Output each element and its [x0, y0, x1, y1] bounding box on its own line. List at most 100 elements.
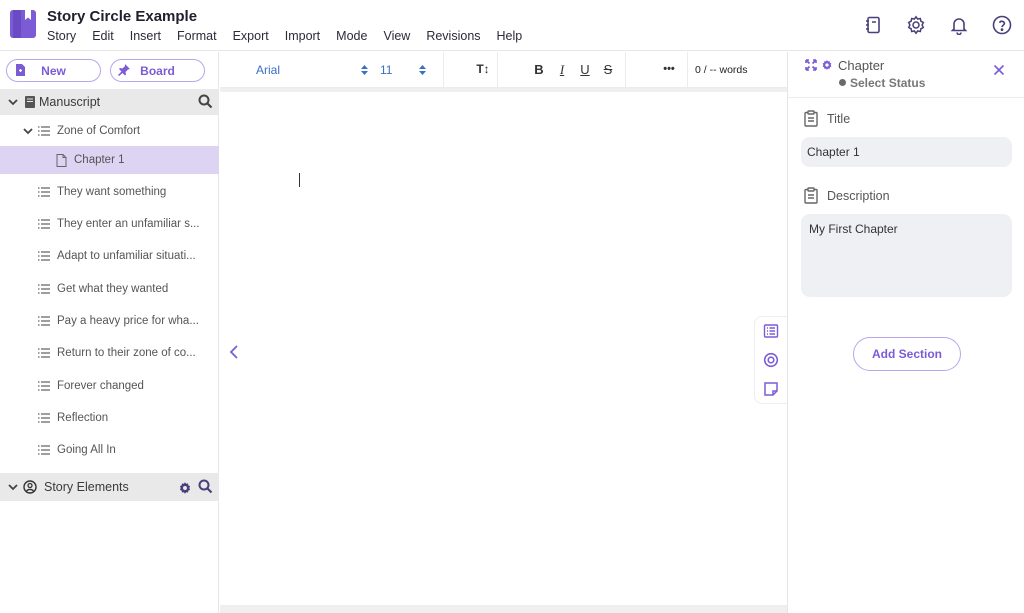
- clipboard-icon: [804, 110, 818, 127]
- add-section-button[interactable]: Add Section: [853, 337, 961, 371]
- sidebar: New Board Manuscript Zone of Comfort Cha…: [0, 52, 219, 613]
- menu-bar: Story Edit Insert Format Export Import M…: [47, 29, 538, 43]
- tree-item-section[interactable]: Get what they wanted: [0, 275, 219, 303]
- target-icon[interactable]: [763, 352, 779, 368]
- notifications-icon[interactable]: [949, 15, 969, 36]
- editor-side-tools: [754, 316, 787, 404]
- tree-item-section[interactable]: Reflection: [0, 404, 219, 432]
- chevron-left-icon[interactable]: [228, 344, 240, 360]
- new-document-icon: [16, 64, 25, 76]
- tree-item-label: Zone of Comfort: [57, 125, 141, 137]
- menu-mode[interactable]: Mode: [336, 29, 367, 43]
- word-count: 0 / -- words: [695, 64, 748, 76]
- tree-item-label: Get what they wanted: [57, 283, 169, 295]
- person-circle-icon: [23, 480, 37, 494]
- search-icon[interactable]: [198, 94, 213, 109]
- italic-button[interactable]: I: [555, 62, 569, 78]
- manuscript-label: Manuscript: [39, 95, 101, 109]
- clipboard-icon: [804, 187, 818, 204]
- list-icon: [38, 126, 50, 136]
- tree-item-section[interactable]: Return to their zone of co...: [0, 339, 219, 367]
- menu-insert[interactable]: Insert: [130, 29, 161, 43]
- sticky-note-icon[interactable]: [763, 381, 779, 397]
- chevron-down-icon[interactable]: [8, 97, 18, 107]
- tree-item-section[interactable]: Adapt to unfamiliar situati...: [0, 242, 219, 270]
- menu-export[interactable]: Export: [233, 29, 269, 43]
- tree-item-label: They enter an unfamiliar s...: [57, 218, 200, 230]
- select-spinner-icon: [361, 65, 368, 75]
- status-dot-icon: [839, 79, 846, 86]
- panel-title: Chapter: [838, 58, 885, 73]
- list-icon: [38, 316, 50, 326]
- tree-item-label: Return to their zone of co...: [57, 347, 196, 359]
- list-icon: [38, 219, 50, 229]
- chapter-details-panel: Chapter Select Status Title Chapter 1 De…: [787, 52, 1024, 613]
- menu-format[interactable]: Format: [177, 29, 217, 43]
- font-family-select[interactable]: Arial: [256, 63, 280, 77]
- underline-button[interactable]: U: [578, 62, 592, 78]
- list-icon: [38, 187, 50, 197]
- list-icon: [38, 381, 50, 391]
- menu-edit[interactable]: Edit: [92, 29, 114, 43]
- help-icon[interactable]: [992, 15, 1012, 35]
- close-icon[interactable]: [993, 64, 1005, 76]
- select-spinner-icon: [419, 65, 426, 75]
- tree-item-section[interactable]: They enter an unfamiliar s...: [0, 210, 219, 238]
- outline-icon[interactable]: [763, 323, 779, 339]
- title-field-label: Title: [804, 110, 850, 127]
- font-size-select[interactable]: 11: [380, 63, 392, 77]
- tree-item-chapter-1[interactable]: Chapter 1: [0, 146, 219, 174]
- story-elements-section-header[interactable]: Story Elements: [0, 473, 219, 501]
- menu-revisions[interactable]: Revisions: [426, 29, 480, 43]
- tree-item-section[interactable]: Going All In: [0, 436, 219, 464]
- list-icon: [38, 413, 50, 423]
- list-icon: [38, 348, 50, 358]
- app-title: Story Circle Example: [47, 8, 198, 25]
- description-textarea[interactable]: My First Chapter: [801, 214, 1012, 297]
- tree-item-label: Chapter 1: [74, 154, 125, 166]
- tree-item-section[interactable]: They want something: [0, 178, 219, 206]
- story-elements-label: Story Elements: [44, 480, 129, 494]
- editor-area[interactable]: [220, 92, 787, 605]
- search-icon[interactable]: [198, 479, 213, 494]
- gear-icon[interactable]: [821, 59, 833, 71]
- app-header: Story Circle Example Story Edit Insert F…: [0, 0, 1024, 51]
- manuscript-section-header[interactable]: Manuscript: [0, 89, 219, 115]
- description-field-label: Description: [804, 187, 890, 204]
- tree-item-section[interactable]: Pay a heavy price for wha...: [0, 307, 219, 335]
- strikethrough-button[interactable]: S: [601, 62, 615, 78]
- title-input[interactable]: Chapter 1: [801, 137, 1012, 167]
- app-logo-icon: [10, 10, 36, 38]
- document-icon: [56, 154, 67, 167]
- gear-icon[interactable]: [178, 481, 192, 495]
- tree-item-label: Forever changed: [57, 380, 144, 392]
- menu-help[interactable]: Help: [497, 29, 523, 43]
- tree-item-label: Adapt to unfamiliar situati...: [57, 250, 196, 262]
- pin-icon: [118, 64, 130, 76]
- list-icon: [38, 251, 50, 261]
- text-caret: [299, 173, 300, 187]
- tree-item-section[interactable]: Forever changed: [0, 372, 219, 400]
- tree-item-label: They want something: [57, 186, 167, 198]
- expand-icon[interactable]: [805, 59, 817, 71]
- panel-header: Chapter Select Status: [788, 52, 1024, 98]
- board-button[interactable]: Board: [110, 59, 205, 82]
- menu-view[interactable]: View: [383, 29, 410, 43]
- more-options-button[interactable]: •••: [659, 63, 679, 79]
- status-label: Select Status: [850, 76, 926, 90]
- chevron-down-icon[interactable]: [23, 126, 33, 136]
- bold-button[interactable]: B: [532, 62, 546, 78]
- text-size-button[interactable]: T↕: [474, 62, 492, 78]
- notebook-icon[interactable]: [863, 15, 883, 35]
- menu-import[interactable]: Import: [285, 29, 320, 43]
- tree-item-zone-of-comfort[interactable]: Zone of Comfort: [0, 117, 219, 145]
- new-button[interactable]: New: [6, 59, 101, 82]
- list-icon: [38, 445, 50, 455]
- menu-story[interactable]: Story: [47, 29, 76, 43]
- tree-item-label: Reflection: [57, 412, 109, 424]
- settings-icon[interactable]: [906, 15, 926, 35]
- tree-item-label: Pay a heavy price for wha...: [57, 315, 199, 327]
- status-select[interactable]: Select Status: [839, 76, 925, 90]
- chevron-down-icon[interactable]: [8, 482, 18, 492]
- book-icon: [25, 96, 35, 108]
